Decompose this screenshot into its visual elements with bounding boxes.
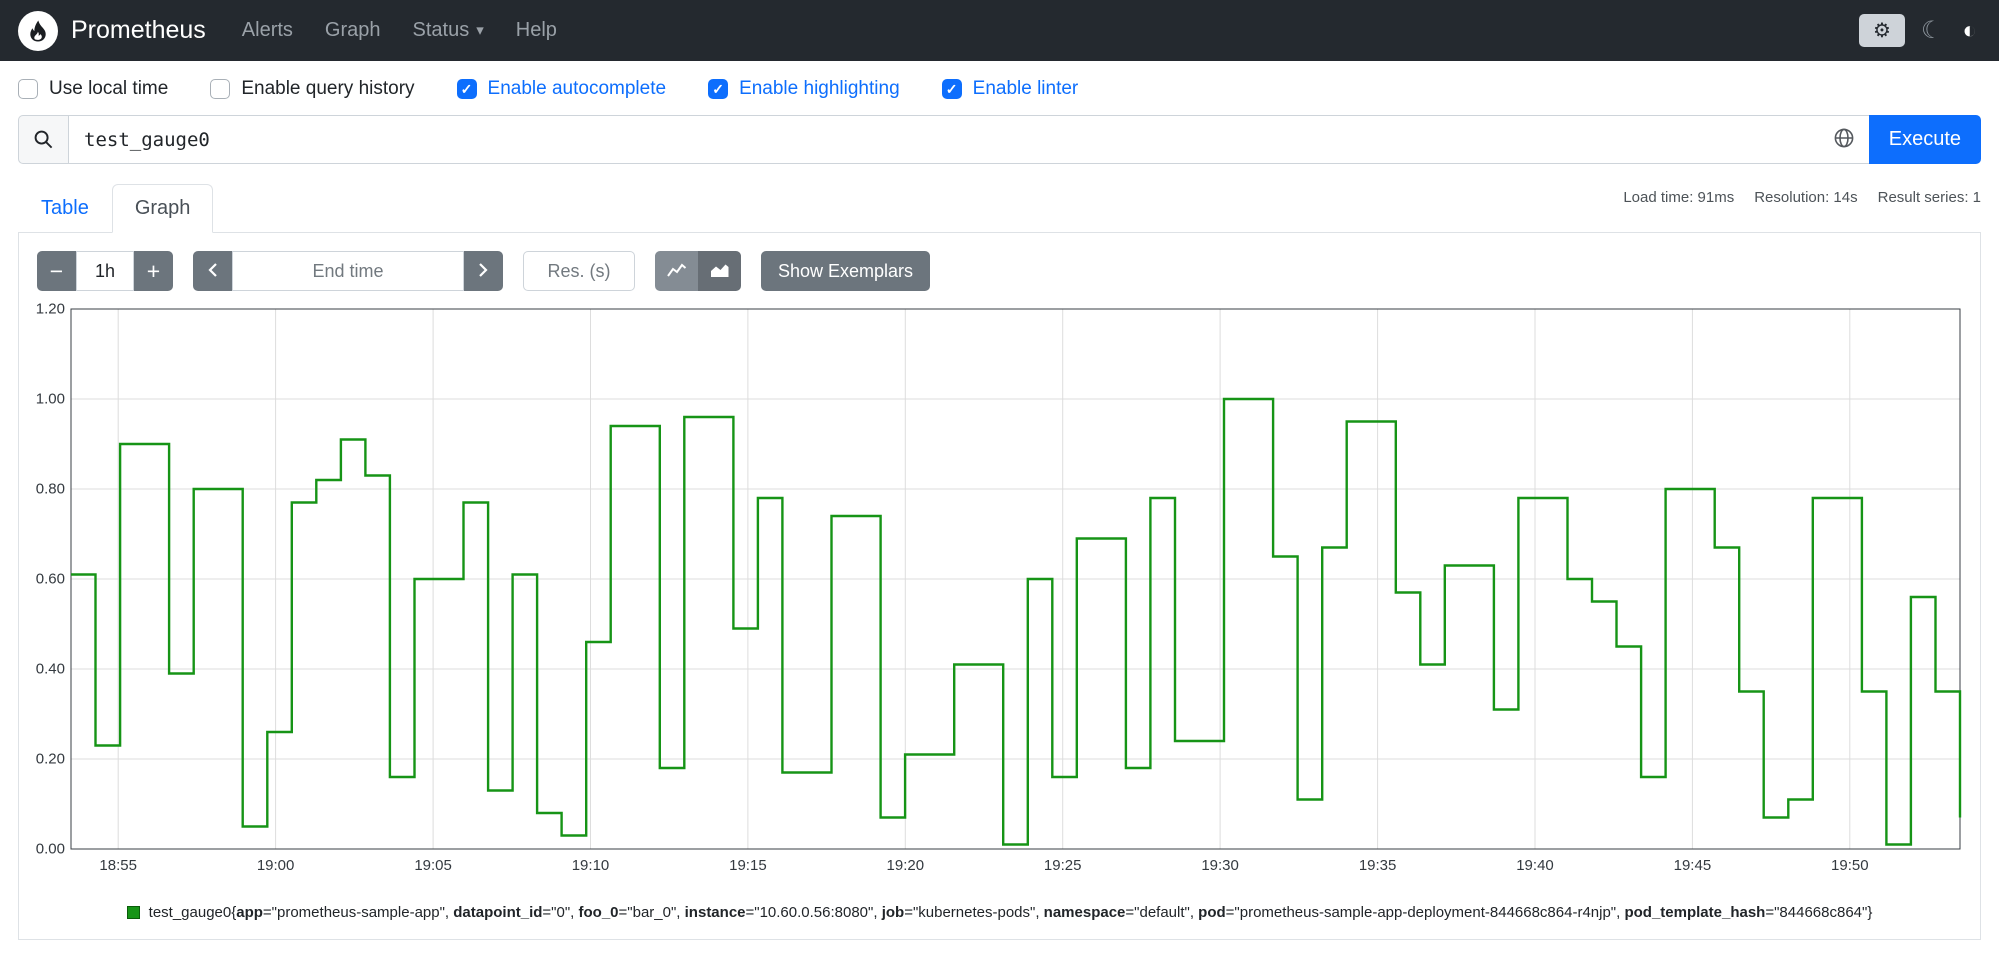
brand-title[interactable]: Prometheus [71,16,206,45]
option-label: Enable autocomplete [487,78,667,99]
svg-text:0.00: 0.00 [36,841,65,858]
prometheus-logo-icon[interactable] [18,10,58,51]
svg-text:19:00: 19:00 [257,857,295,874]
legend-swatch [126,906,140,919]
stat-result-series: Result series: 1 [1877,189,1981,206]
gear-icon: ⚙ [1873,20,1891,42]
svg-text:1.00: 1.00 [36,391,65,408]
svg-text:0.40: 0.40 [36,661,65,678]
option-label: Enable linter [972,78,1079,99]
option-label: Use local time [49,78,169,99]
nav-item-help[interactable]: Help [516,19,557,42]
graph-type-toggle [655,251,741,291]
time-back-button[interactable] [193,251,232,291]
svg-text:19:20: 19:20 [887,857,925,874]
tab-graph[interactable]: Graph [111,184,214,233]
option-checkbox[interactable]: ✓ Use local time [18,78,168,100]
graph-panel: − + Show Exemplars 18:55 19:00 19:05 19:10 [18,233,1981,940]
range-input[interactable] [76,251,134,291]
stat-load-time: Load time: 91ms [1623,189,1735,206]
svg-text:1.20: 1.20 [36,303,65,318]
moon-icon: ☾ [1920,17,1943,44]
resolution-input[interactable] [523,251,635,291]
navbar-right: ⚙ ☾ ◐ [1858,14,1982,47]
options-row: ✓ Use local time ✓ Enable query history … [0,61,1999,115]
stacked-chart-icon [709,260,730,283]
nav-item-alerts[interactable]: Alerts [242,19,293,42]
globe-icon [1833,127,1855,152]
svg-text:18:55: 18:55 [99,857,137,874]
svg-text:19:30: 19:30 [1201,857,1239,874]
svg-text:0.20: 0.20 [36,751,65,768]
theme-auto-button[interactable]: ◐ [1959,17,1982,45]
svg-text:19:05: 19:05 [414,857,452,874]
end-time-input[interactable] [232,251,464,291]
stacked-graph-toggle[interactable] [698,251,741,291]
navbar: Prometheus Alerts Graph Status ▾ Help ⚙ … [0,0,1999,61]
range-decrease-button[interactable]: − [37,251,76,291]
nav-item-status-label: Status [412,19,470,41]
graph-toolbar: − + Show Exemplars [37,251,1962,291]
metrics-explorer-button[interactable] [1818,115,1869,164]
checkbox-box: ✓ [18,79,38,99]
query-row: Execute [0,115,1999,164]
checkbox-box: ✓ [941,79,962,99]
option-checkbox[interactable]: ✓ Enable autocomplete [456,78,667,100]
graph-canvas[interactable]: 18:55 19:00 19:05 19:10 19:15 19:20 19:25 19:30… [31,301,1968,883]
svg-text:19:25: 19:25 [1044,857,1082,874]
svg-text:19:35: 19:35 [1359,857,1397,874]
time-forward-button[interactable] [464,251,503,291]
svg-text:19:45: 19:45 [1674,857,1712,874]
option-checkbox[interactable]: ✓ Enable highlighting [708,78,900,100]
execute-button[interactable]: Execute [1868,115,1981,164]
range-increase-button[interactable]: + [134,251,173,291]
option-checkbox[interactable]: ✓ Enable linter [941,78,1079,100]
line-graph-toggle[interactable] [655,251,698,291]
checkbox-box: ✓ [456,79,477,99]
tabs-row: Table Graph Load time: 91ms Resolution: … [18,184,1981,233]
main-nav: Alerts Graph Status ▾ Help [242,19,557,42]
plus-icon: + [146,257,161,284]
line-chart-icon [666,260,687,283]
svg-text:19:40: 19:40 [1516,857,1554,874]
contrast-icon: ◐ [1962,16,1978,44]
chevron-right-icon [477,260,490,283]
tab-table[interactable]: Table [18,184,112,233]
legend[interactable]: test_gauge0{app="prometheus-sample-app",… [31,904,1968,921]
theme-dark-button[interactable]: ☾ [1917,16,1947,45]
checkbox-box: ✓ [708,79,729,99]
show-exemplars-button[interactable]: Show Exemplars [761,251,931,291]
svg-text:0.80: 0.80 [36,481,65,498]
svg-text:0.60: 0.60 [36,571,65,588]
search-icon [18,115,68,164]
svg-text:19:15: 19:15 [729,857,767,874]
option-checkbox[interactable]: ✓ Enable query history [210,78,415,100]
nav-item-graph[interactable]: Graph [325,19,381,42]
svg-text:19:50: 19:50 [1831,857,1869,874]
minus-icon: − [49,257,64,284]
end-time-control [193,251,503,291]
stat-resolution: Resolution: 14s [1754,189,1858,206]
range-control: − + [37,251,173,291]
checkbox-box: ✓ [210,79,231,99]
option-label: Enable query history [241,78,415,99]
settings-button[interactable]: ⚙ [1858,14,1905,47]
check-icon: ✓ [712,81,724,97]
query-stats: Load time: 91ms Resolution: 14s Result s… [1623,189,1981,206]
expression-input[interactable] [68,115,1819,164]
graph-chart[interactable]: 18:55 19:00 19:05 19:10 19:15 19:20 19:25 19:30… [31,301,1968,888]
check-icon: ✓ [945,81,958,97]
check-icon: ✓ [460,81,473,97]
option-label: Enable highlighting [739,78,900,99]
caret-down-icon: ▾ [476,22,484,39]
svg-text:19:10: 19:10 [572,857,610,874]
nav-item-status[interactable]: Status ▾ [413,19,484,42]
legend-label: test_gauge0{app="prometheus-sample-app",… [148,904,1873,921]
chevron-left-icon [206,260,219,283]
